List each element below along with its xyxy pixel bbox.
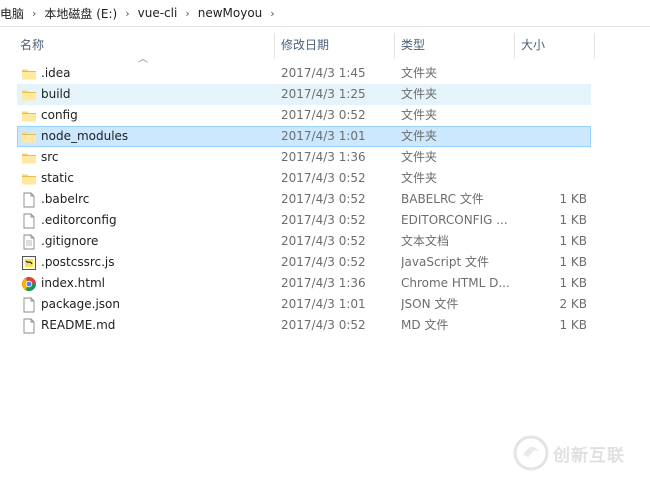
file-date: 2017/4/3 0:52 [281,192,366,206]
file-date: 2017/4/3 1:25 [281,87,366,101]
table-row[interactable]: .babelrc 2017/4/3 0:52 BABELRC 文件 1 KB [17,189,591,210]
file-name: build [41,87,71,101]
file-size: 2 KB [559,297,587,311]
file-size [518,64,587,83]
table-row[interactable]: src 2017/4/3 1:36 文件夹 [17,147,591,168]
file-date: 2017/4/3 0:52 [281,213,366,227]
file-date: 2017/4/3 1:36 [281,276,366,290]
file-date: 2017/4/3 0:52 [281,234,366,248]
file-size [518,106,587,125]
file-name: README.md [41,318,116,332]
file-size: 1 KB [559,213,587,227]
file-name: .gitignore [41,234,99,248]
table-row[interactable]: .gitignore 2017/4/3 0:52 文本文档 1 KB [17,231,591,252]
file-size: 1 KB [559,192,587,206]
file-size [518,169,587,188]
folder-icon [21,108,37,124]
breadcrumb-item-drive[interactable]: 本地磁盘 (E:) [40,5,121,22]
chevron-right-icon[interactable]: › [181,7,193,20]
file-icon [21,213,37,229]
file-date: 2017/4/3 0:52 [281,255,366,269]
file-name: static [41,171,74,185]
breadcrumb: 电脑 › 本地磁盘 (E:) › vue-cli › newMoyou › [0,0,650,27]
breadcrumb-item-computer[interactable]: 电脑 [0,5,28,22]
file-name: node_modules [41,129,129,143]
table-row[interactable]: node_modules 2017/4/3 1:01 文件夹 [17,126,591,147]
file-type: 文件夹 [401,150,438,164]
watermark: 创新互联 [513,433,643,473]
table-row[interactable]: build 2017/4/3 1:25 文件夹 [17,84,591,105]
file-size: 1 KB [559,318,587,332]
file-type: MD 文件 [401,318,449,332]
folder-icon [21,87,37,103]
table-row[interactable]: static 2017/4/3 0:52 文件夹 [17,168,591,189]
file-size [518,127,587,146]
javascript-file-icon [21,255,37,271]
file-type: 文件夹 [401,108,438,122]
table-row[interactable]: .idea 2017/4/3 1:45 文件夹 [17,63,591,84]
file-name: index.html [41,276,105,290]
table-row[interactable]: .postcssrc.js 2017/4/3 0:52 JavaScript 文件 1… [17,252,591,273]
folder-icon [21,171,37,187]
file-size: 1 KB [559,276,587,290]
chevron-right-icon[interactable]: › [266,7,278,20]
folder-icon [21,129,37,145]
file-icon [21,318,37,334]
column-header: ︿ 名称 修改日期 类型 大小 [0,31,595,65]
breadcrumb-item-newmoyou[interactable]: newMoyou [194,6,267,20]
column-divider[interactable] [594,33,595,59]
file-type: Chrome HTML D... [401,276,510,290]
file-type: 文件夹 [401,171,438,185]
table-row[interactable]: index.html 2017/4/3 1:36 Chrome HTML D... 1… [17,273,591,294]
chevron-right-icon[interactable]: › [28,7,40,20]
file-date: 2017/4/3 1:36 [281,150,366,164]
column-header-date[interactable]: 修改日期 [275,31,394,59]
file-date: 2017/4/3 0:52 [281,108,366,122]
file-date: 2017/4/3 0:52 [281,171,366,185]
file-icon [21,297,37,313]
file-type: EDITORCONFIG ... [401,213,508,227]
file-date: 2017/4/3 1:01 [281,297,366,311]
table-row[interactable]: config 2017/4/3 0:52 文件夹 [17,105,591,126]
file-type: 文件夹 [401,66,438,80]
file-name: .postcssrc.js [41,255,115,269]
breadcrumb-item-vue-cli[interactable]: vue-cli [134,6,182,20]
table-row[interactable]: package.json 2017/4/3 1:01 JSON 文件 2 KB [17,294,591,315]
watermark-text: 创新互联 [553,445,625,466]
file-type: 文件夹 [401,87,438,101]
file-name: .idea [41,66,71,80]
column-header-type[interactable]: 类型 [395,31,514,59]
text-file-icon [21,234,37,250]
chrome-icon [21,276,37,292]
file-name: src [41,150,59,164]
file-date: 2017/4/3 0:52 [281,318,366,332]
file-size: 1 KB [559,234,587,248]
column-header-size[interactable]: 大小 [515,31,594,59]
chevron-right-icon[interactable]: › [121,7,133,20]
file-type: BABELRC 文件 [401,192,484,206]
file-date: 2017/4/3 1:45 [281,66,366,80]
file-size: 1 KB [559,255,587,269]
watermark-logo-icon [513,435,549,471]
folder-icon [21,150,37,166]
file-size [518,148,587,167]
file-name: .babelrc [41,192,90,206]
file-name: .editorconfig [41,213,117,227]
file-icon [21,192,37,208]
file-type: JSON 文件 [401,297,459,311]
file-name: package.json [41,297,121,311]
file-type: 文件夹 [401,129,438,143]
file-type: JavaScript 文件 [401,255,489,269]
table-row[interactable]: README.md 2017/4/3 0:52 MD 文件 1 KB [17,315,591,336]
column-header-name[interactable]: 名称 [14,31,274,59]
file-date: 2017/4/3 1:01 [281,129,366,143]
file-type: 文本文档 [401,234,450,248]
folder-icon [21,66,37,82]
table-row[interactable]: .editorconfig 2017/4/3 0:52 EDITORCONFIG .… [17,210,591,231]
file-size [518,85,587,104]
file-name: config [41,108,78,122]
